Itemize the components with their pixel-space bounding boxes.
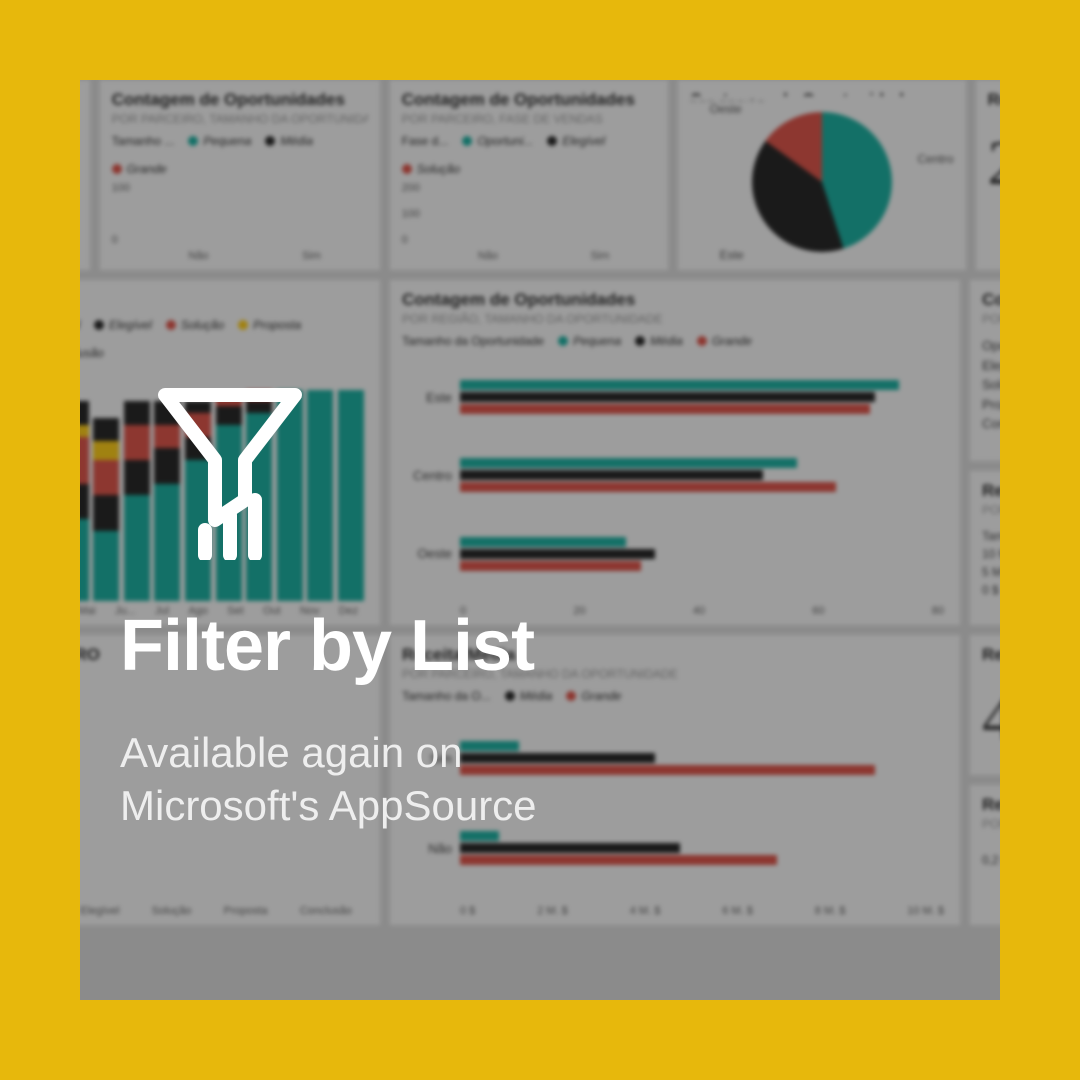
legend: Fase d... Oportuni... Elegível Solução xyxy=(402,134,656,176)
axis-tick: 0,2 mM. $ xyxy=(982,851,1000,869)
tile-pie-regiao: Contagem de Oportunidades POR REGIÃO Oes… xyxy=(678,80,966,270)
promo-title: Filter by List xyxy=(120,605,537,687)
promo-subtitle: Available again on Microsoft's AppSource xyxy=(120,727,537,832)
tile-receita-partner: Receita POR PAR Tamanh... 10 M. $ 5 M. $… xyxy=(970,471,1000,625)
filter-icon xyxy=(150,380,537,565)
tile-kpi-receita-2: Receita 4 xyxy=(970,635,1000,775)
tile-subtitle: POR TAM xyxy=(982,817,1000,831)
chart: 1000 xyxy=(112,182,368,246)
tile-title: Contagem de Oportunidades xyxy=(690,90,954,96)
tile-subtitle: POR REGIÃO, TAMANHO DA OPORTUNIDADE xyxy=(402,312,948,326)
tile-subtitle: POR PARCEIRO, TAMANHO DA OPORTUNIDADE xyxy=(112,112,368,126)
tile-title: Contagem de Oportunidades xyxy=(402,90,656,110)
axis-ticks: Tamanh... 10 M. $ 5 M. $ 0 $ xyxy=(982,527,1000,599)
legend-label: Fase d... xyxy=(402,134,449,148)
kpi-value: 2 xyxy=(988,126,1000,200)
promo-overlay: Filter by List Available again on Micros… xyxy=(120,380,537,832)
tile-partial-left: ...des xyxy=(80,80,90,270)
tile-title: Contagem de Oportunidades xyxy=(112,90,368,110)
tile-title: Conta xyxy=(982,290,1000,310)
tile-bar-tamanho: Contagem de Oportunidades POR PARCEIRO, … xyxy=(100,80,380,270)
legend: Tamanho ... Pequena Média Grande xyxy=(112,134,368,176)
chart: 2001000 xyxy=(402,182,656,246)
tile-subtitle: POR FAS xyxy=(982,312,1000,326)
legend: Tamanho da Oportunidade Pequena Média Gr… xyxy=(402,334,948,348)
tile-title: Receita xyxy=(982,795,1000,815)
tile-title: Receita xyxy=(982,645,1000,665)
tile-subtitle: POR PAR xyxy=(982,503,1000,517)
tile-title: ...des xyxy=(80,290,368,310)
pie-chart xyxy=(752,112,892,252)
tile-bar-fase: Contagem de Oportunidades POR PARCEIRO, … xyxy=(390,80,668,270)
legend: potencial Elegível Solução Proposta Conc… xyxy=(80,318,368,360)
tile-receita-tam: Receita POR TAM 0,2 mM. $ xyxy=(970,785,1000,925)
category-list: Oportu... Elegível Solução Proposta Conc… xyxy=(982,336,1000,434)
tile-title: Receita xyxy=(988,90,1000,110)
tile-title: Contagem de Oportunidades xyxy=(402,290,948,310)
legend-label: Tamanho ... xyxy=(112,134,175,148)
tile-kpi-receita: Receita 2 xyxy=(976,80,1000,270)
tile-title: Receita xyxy=(982,481,1000,501)
kpi-value: 4 xyxy=(982,681,1000,755)
legend-label: Tamanho da Oportunidade xyxy=(402,334,544,348)
tile-subtitle: POR PARCEIRO, FASE DE VENDAS xyxy=(402,112,656,126)
tile-list-fase: Conta POR FAS Oportu... Elegível Solução… xyxy=(970,280,1000,461)
